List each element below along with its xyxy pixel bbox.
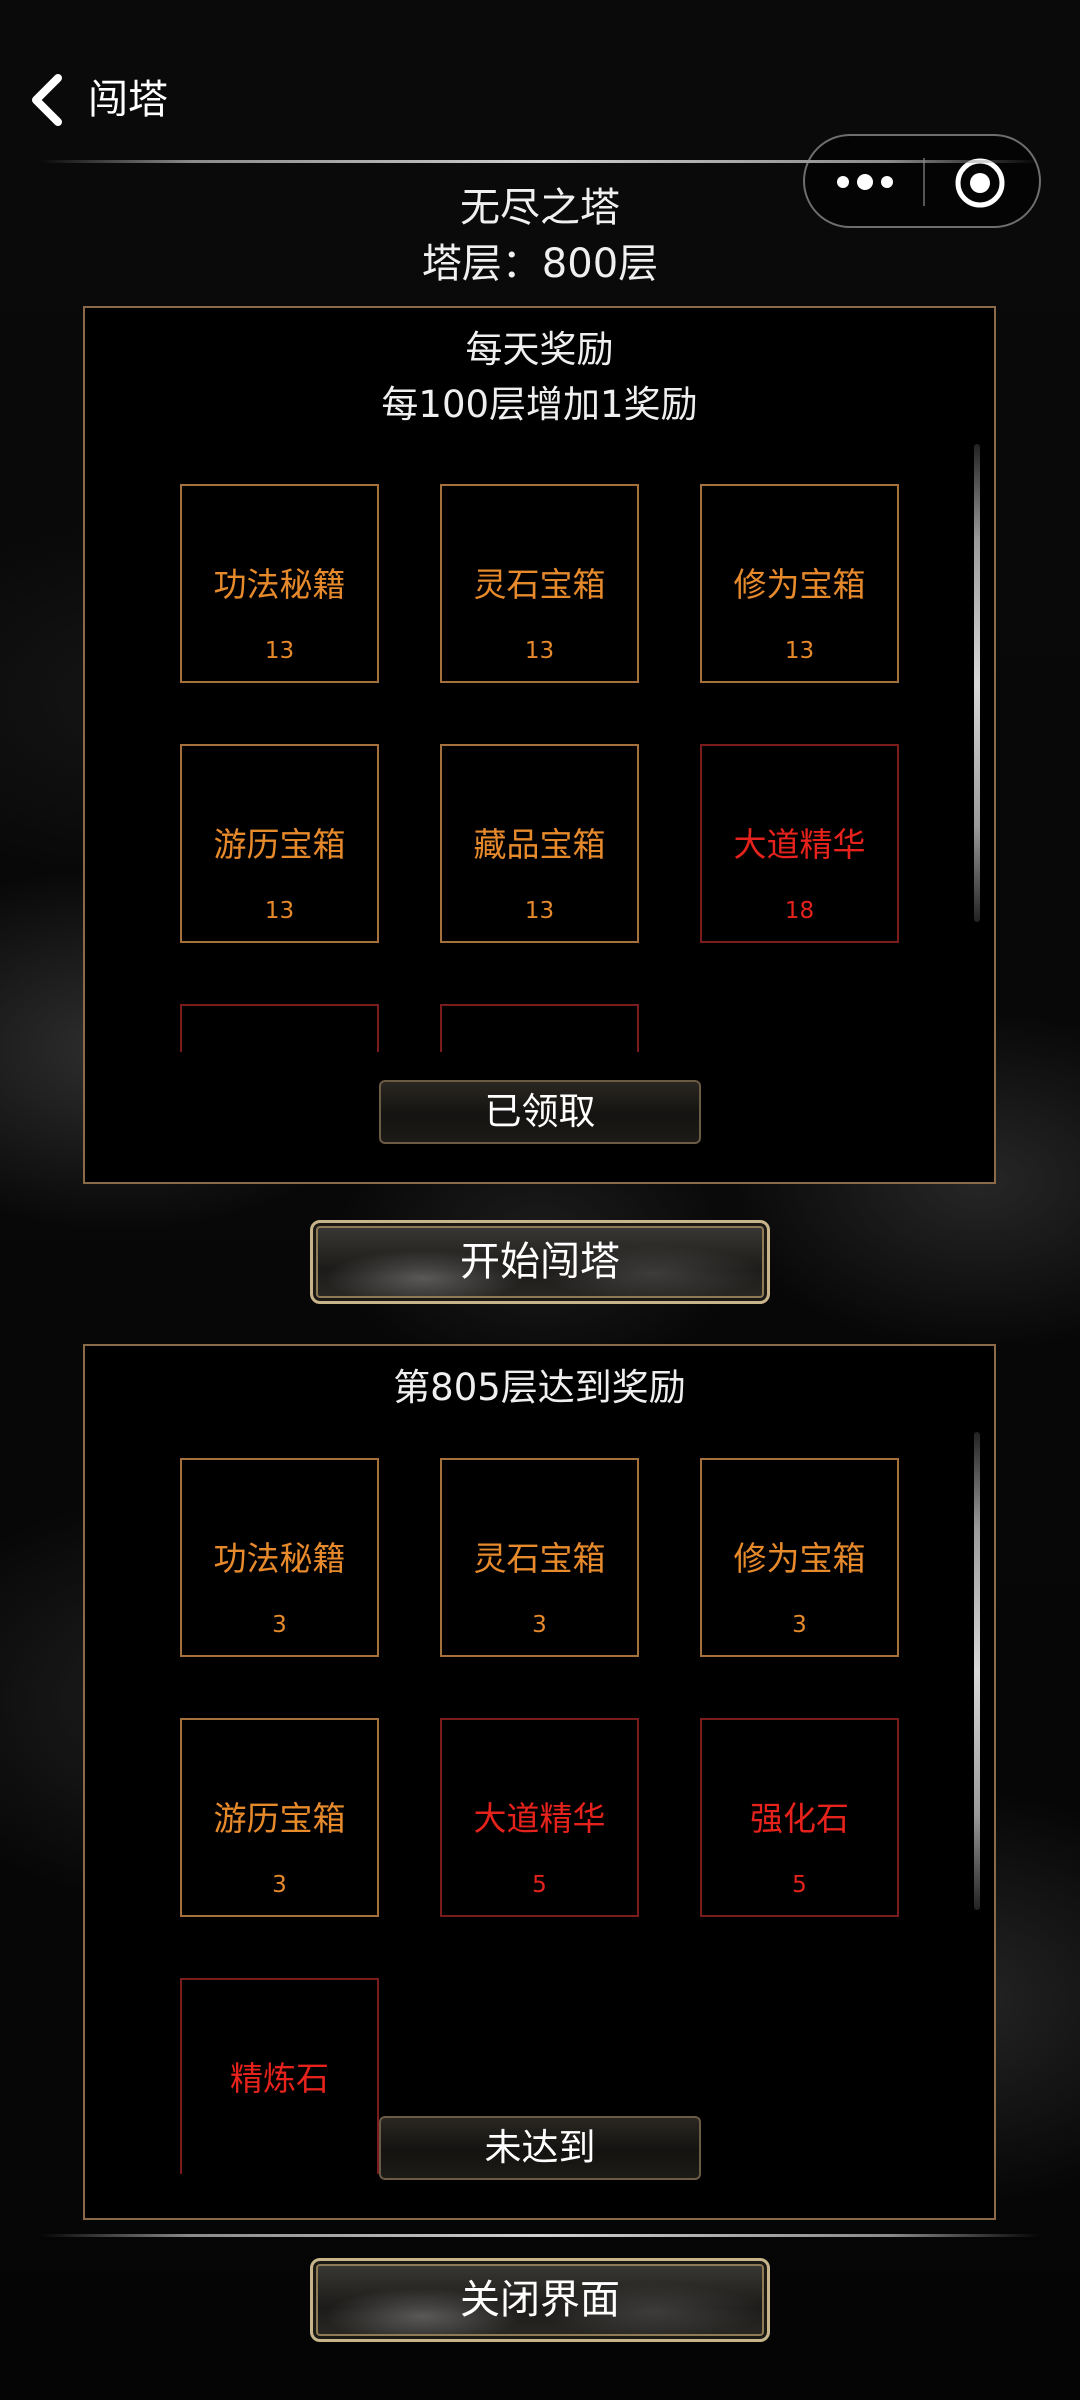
reward-item-name: 修为宝箱 xyxy=(733,1539,866,1578)
reward-item[interactable]: 游历宝箱 13 xyxy=(180,744,379,943)
start-tower-button[interactable]: 开始闯塔 xyxy=(310,1220,770,1304)
reward-item-count: 13 xyxy=(784,638,815,664)
reward-item-count: 3 xyxy=(272,1612,287,1638)
milestone-reward-panel: 第805层达到奖励 功法秘籍 3 灵石宝箱 3 修为宝箱 3 游历宝箱 3 大道… xyxy=(83,1344,996,2220)
not-reached-button[interactable]: 未达到 xyxy=(379,2116,701,2180)
daily-reward-title: 每天奖励 xyxy=(465,328,614,371)
reward-item[interactable]: 灵石宝箱 13 xyxy=(440,484,639,683)
back-arrow-icon[interactable] xyxy=(28,74,68,126)
reward-item[interactable]: 藏品宝箱 13 xyxy=(440,744,639,943)
reward-item-count: 18 xyxy=(784,898,815,924)
reward-item-count: 5 xyxy=(532,1872,547,1898)
reward-item-name: 精炼石 xyxy=(230,2059,329,2098)
daily-reward-panel: 每天奖励 每100层增加1奖励 功法秘籍 13 灵石宝箱 13 修为宝箱 13 … xyxy=(83,306,996,1184)
reward-item-count: 5 xyxy=(792,1872,807,1898)
reward-item-count: 13 xyxy=(264,638,295,664)
reward-item-name: 大道精华 xyxy=(733,825,866,864)
reward-item[interactable]: 修为宝箱 13 xyxy=(700,484,899,683)
reward-item-name: 游历宝箱 xyxy=(213,1799,346,1838)
claimed-button[interactable]: 已领取 xyxy=(379,1080,701,1144)
reward-item-count: 3 xyxy=(792,1612,807,1638)
reward-item-name: 藏品宝箱 xyxy=(473,825,606,864)
reward-item-count: 13 xyxy=(524,638,555,664)
reward-item-name: 强化石 xyxy=(750,1799,849,1838)
reward-item-name: 功法秘籍 xyxy=(213,1539,346,1578)
reward-item[interactable]: 精炼石 xyxy=(180,1978,379,2174)
page-title: 闯塔 xyxy=(88,77,168,123)
close-panel-button[interactable]: 关闭界面 xyxy=(310,2258,770,2342)
daily-reward-grid: 功法秘籍 13 灵石宝箱 13 修为宝箱 13 游历宝箱 13 藏品宝箱 13 … xyxy=(85,476,994,943)
daily-reward-grid-overflow xyxy=(85,996,994,1052)
reward-item-count: 13 xyxy=(264,898,295,924)
reward-item-partial[interactable] xyxy=(180,1004,379,1052)
reward-item-name: 灵石宝箱 xyxy=(473,565,606,604)
reward-item[interactable]: 游历宝箱 3 xyxy=(180,1718,379,1917)
reward-item-count: 3 xyxy=(272,1872,287,1898)
reward-item[interactable]: 功法秘籍 3 xyxy=(180,1458,379,1657)
reward-item-name: 游历宝箱 xyxy=(213,825,346,864)
reward-item[interactable]: 大道精华 18 xyxy=(700,744,899,943)
milestone-reward-title: 第805层达到奖励 xyxy=(393,1366,686,1409)
reward-item[interactable]: 灵石宝箱 3 xyxy=(440,1458,639,1657)
reward-item-name: 修为宝箱 xyxy=(733,565,866,604)
reward-item-count: 13 xyxy=(524,898,555,924)
reward-item-partial[interactable] xyxy=(440,1004,639,1052)
milestone-reward-grid: 功法秘籍 3 灵石宝箱 3 修为宝箱 3 游历宝箱 3 大道精华 5 强化石 5… xyxy=(85,1458,994,2174)
tower-floor: 塔层：800层 xyxy=(421,241,659,287)
reward-item[interactable]: 大道精华 5 xyxy=(440,1718,639,1917)
reward-item-name: 功法秘籍 xyxy=(213,565,346,604)
reward-item[interactable]: 功法秘籍 13 xyxy=(180,484,379,683)
reward-item-name: 大道精华 xyxy=(473,1799,606,1838)
tower-name: 无尽之塔 xyxy=(460,185,620,231)
reward-item[interactable]: 修为宝箱 3 xyxy=(700,1458,899,1657)
reward-item-count: 3 xyxy=(532,1612,547,1638)
reward-item[interactable]: 强化石 5 xyxy=(700,1718,899,1917)
navigation-bar: 闯塔 xyxy=(0,60,1080,140)
reward-item-name: 灵石宝箱 xyxy=(473,1539,606,1578)
header-divider xyxy=(40,160,1040,163)
daily-reward-subtitle: 每100层增加1奖励 xyxy=(381,383,698,426)
footer-divider xyxy=(40,2234,1040,2237)
